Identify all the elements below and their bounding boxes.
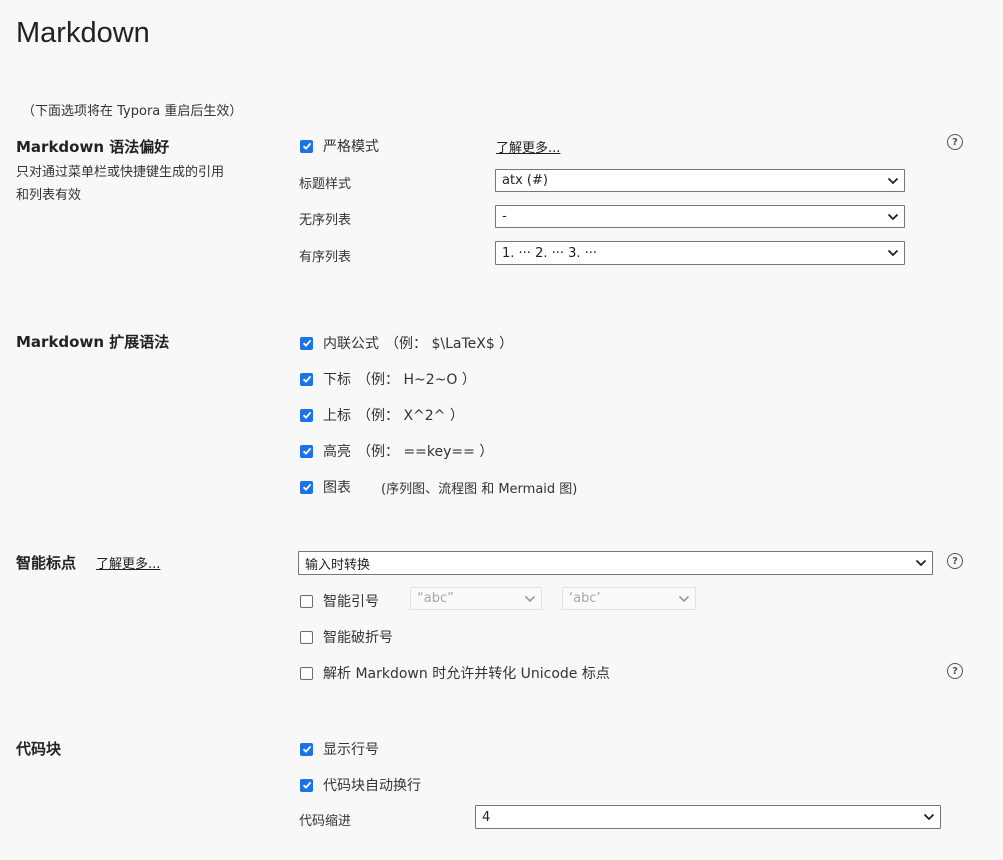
chevron-down-icon (524, 595, 536, 602)
heading-style-value: atx (#) (502, 173, 548, 188)
checkmark-icon (302, 745, 311, 753)
code-wrap-row[interactable]: 代码块自动换行 (300, 775, 421, 795)
page-title: Markdown (16, 17, 150, 49)
unordered-list-value: - (502, 209, 507, 224)
ordered-list-value: 1. ··· 2. ··· 3. ··· (502, 245, 598, 261)
inline-math-checkbox[interactable] (300, 336, 313, 350)
diagrams-example: (序列图、流程图 和 Mermaid 图) (381, 481, 578, 497)
unordered-list-select[interactable]: - (495, 205, 905, 228)
checkmark-icon (302, 781, 311, 789)
show-line-numbers-row[interactable]: 显示行号 (300, 739, 379, 759)
question-circle-icon[interactable]: ? (947, 134, 963, 150)
smart-punct-heading: 智能标点 (16, 554, 77, 572)
checkmark-icon (302, 375, 311, 383)
chevron-down-icon (678, 595, 690, 602)
subscript-checkbox[interactable] (300, 372, 313, 386)
double-quote-style-select[interactable]: “abc” (410, 587, 542, 610)
code-block-heading: 代码块 (16, 740, 62, 758)
subscript-row[interactable]: 下标 （例： H~2~O ） (300, 369, 476, 389)
code-wrap-checkbox[interactable] (300, 778, 313, 792)
superscript-example: （例： X^2^ ） (357, 408, 464, 424)
chevron-down-icon (915, 559, 927, 567)
chevron-down-icon (887, 213, 899, 220)
smart-dashes-checkbox[interactable] (300, 630, 313, 644)
chevron-down-icon (887, 177, 899, 184)
subscript-label: 下标 (323, 372, 351, 388)
smart-punct-mode-value: 输入时转换 (305, 557, 371, 573)
ordered-list-label: 有序列表 (299, 250, 352, 265)
inline-math-example: （例： $\LaTeX$ ） (385, 336, 514, 352)
smart-quotes-row[interactable]: 智能引号 (300, 591, 379, 611)
ordered-list-select[interactable]: 1. ··· 2. ··· 3. ··· (495, 241, 905, 265)
show-line-numbers-checkbox[interactable] (300, 742, 313, 756)
superscript-label: 上标 (323, 408, 351, 424)
code-indent-select[interactable]: 4 (475, 805, 941, 829)
learn-more-link[interactable]: 了解更多... (496, 137, 560, 156)
single-quote-style-value: ‘abc’ (569, 591, 601, 606)
smart-dashes-label: 智能破折号 (323, 630, 393, 646)
code-wrap-label: 代码块自动换行 (323, 778, 421, 794)
code-indent-value: 4 (482, 809, 491, 825)
smart-dashes-row[interactable]: 智能破折号 (300, 627, 393, 647)
chevron-down-icon (887, 249, 899, 257)
extended-syntax-heading: Markdown 扩展语法 (16, 333, 170, 351)
diagrams-label: 图表 (323, 480, 351, 496)
checkmark-icon (302, 142, 311, 150)
unicode-punct-label: 解析 Markdown 时允许并转化 Unicode 标点 (323, 666, 610, 682)
superscript-checkbox[interactable] (300, 408, 313, 422)
smart-punct-mode-select[interactable]: 输入时转换 (298, 551, 933, 575)
unicode-punct-checkbox[interactable] (300, 666, 313, 680)
question-circle-icon[interactable]: ? (947, 663, 963, 679)
highlight-row[interactable]: 高亮 （例： ==key== ） (300, 441, 493, 461)
highlight-checkbox[interactable] (300, 444, 313, 458)
code-indent-label: 代码缩进 (299, 814, 352, 829)
highlight-label: 高亮 (323, 444, 351, 460)
single-quote-style-select[interactable]: ‘abc’ (562, 587, 696, 610)
inline-math-row[interactable]: 内联公式 （例： $\LaTeX$ ） (300, 333, 513, 353)
strict-mode-checkbox[interactable] (300, 139, 313, 153)
heading-style-label: 标题样式 (299, 177, 352, 192)
smart-punct-learn-more-link[interactable]: 了解更多... (96, 553, 160, 572)
highlight-example: （例： ==key== ） (357, 444, 494, 460)
syntax-pref-description-1: 只对通过菜单栏或快捷键生成的引用 (16, 165, 225, 180)
subscript-example: （例： H~2~O ） (357, 372, 476, 388)
smart-quotes-label: 智能引号 (323, 594, 379, 610)
question-circle-icon[interactable]: ? (947, 553, 963, 569)
checkmark-icon (302, 447, 311, 455)
checkmark-icon (302, 411, 311, 419)
unordered-list-label: 无序列表 (299, 213, 352, 228)
diagrams-row[interactable]: 图表 (序列图、流程图 和 Mermaid 图) (300, 477, 577, 497)
smart-quotes-checkbox[interactable] (300, 594, 313, 608)
checkmark-icon (302, 483, 311, 491)
inline-math-label: 内联公式 (323, 336, 379, 352)
strict-mode-label: 严格模式 (323, 139, 379, 155)
superscript-row[interactable]: 上标 （例： X^2^ ） (300, 405, 464, 425)
checkmark-icon (302, 339, 311, 347)
restart-note: （下面选项将在 Typora 重启后生效） (22, 104, 243, 119)
strict-mode-checkbox-row[interactable]: 严格模式 (300, 136, 379, 156)
syntax-pref-heading: Markdown 语法偏好 (16, 138, 170, 156)
show-line-numbers-label: 显示行号 (323, 742, 379, 758)
syntax-pref-description-2: 和列表有效 (16, 188, 82, 203)
diagrams-checkbox[interactable] (300, 480, 313, 494)
double-quote-style-value: “abc” (417, 591, 454, 606)
heading-style-select[interactable]: atx (#) (495, 169, 905, 192)
chevron-down-icon (923, 813, 935, 821)
preferences-markdown-panel: Markdown （下面选项将在 Typora 重启后生效） Markdown … (0, 0, 1003, 860)
unicode-punct-row[interactable]: 解析 Markdown 时允许并转化 Unicode 标点 (300, 663, 610, 683)
